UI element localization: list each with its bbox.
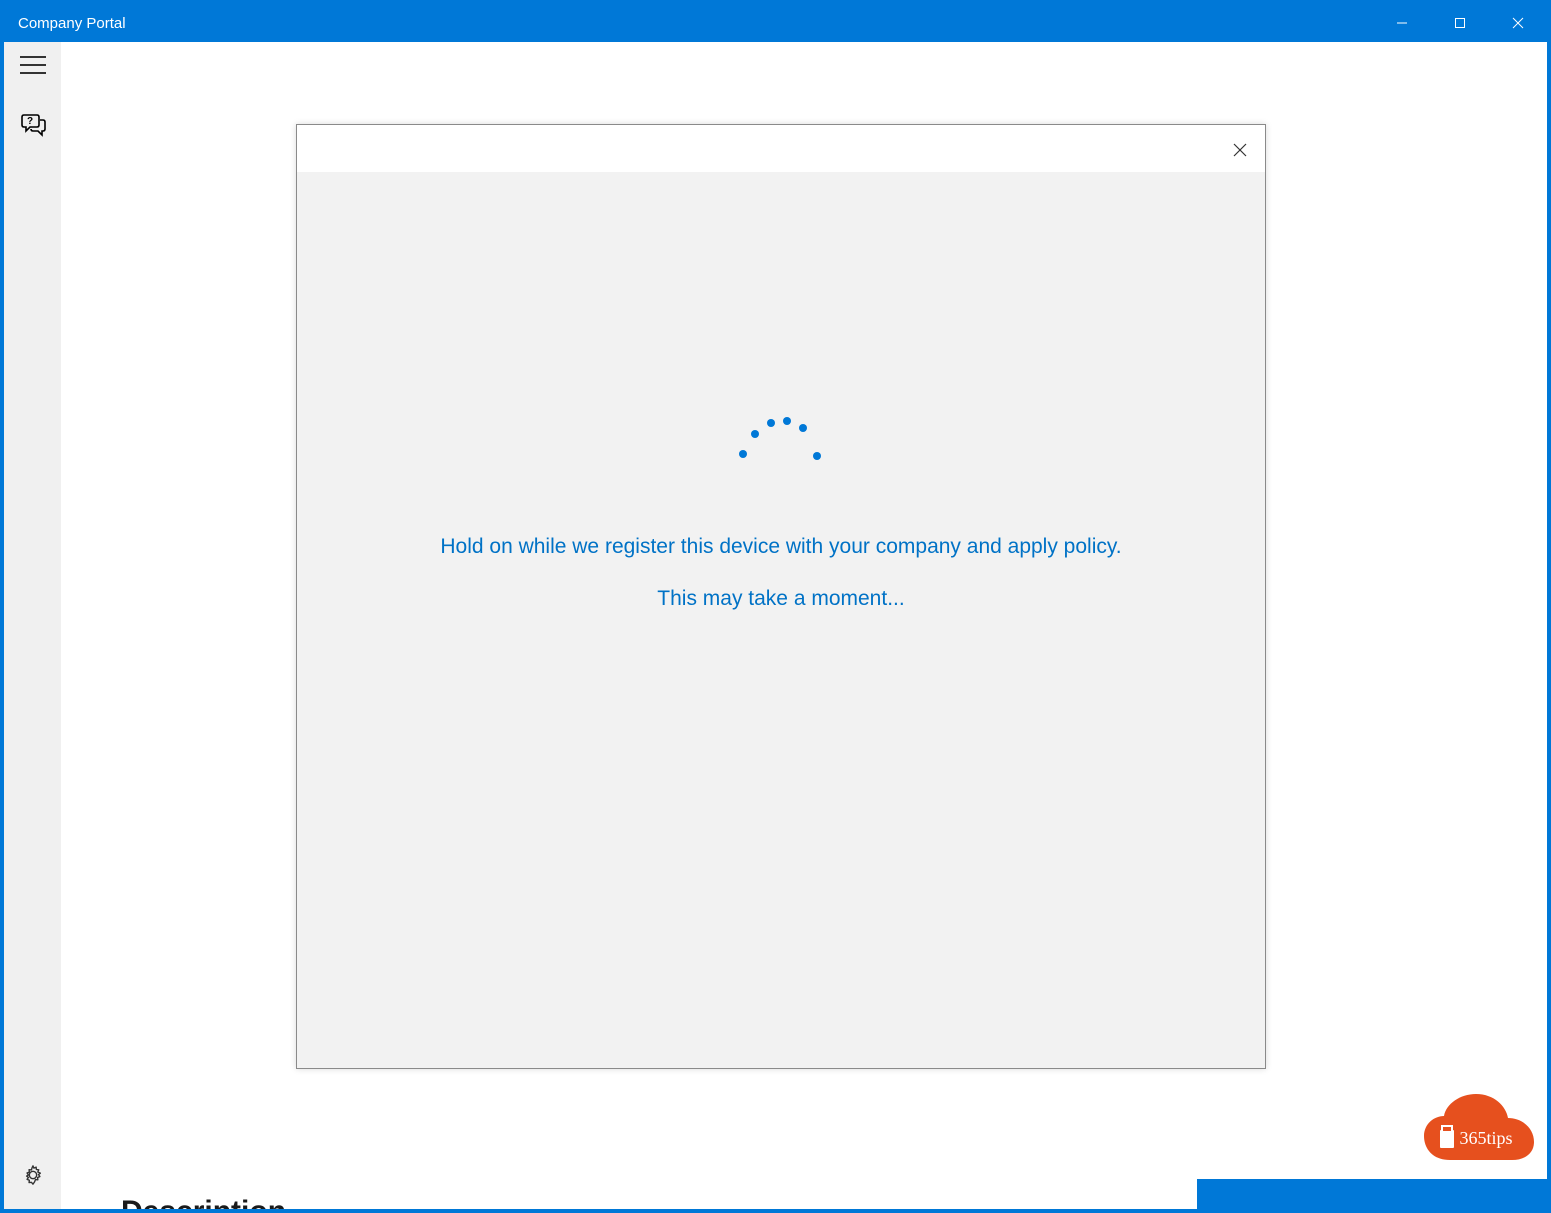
help-chat-icon: ? xyxy=(20,112,46,138)
background-heading: Description xyxy=(121,1195,286,1209)
close-icon xyxy=(1512,17,1524,29)
gear-icon xyxy=(22,1164,44,1186)
cloud-badge-icon: 365tips xyxy=(1422,1092,1537,1167)
sidebar-top: ? xyxy=(20,42,46,143)
dialog-close-button[interactable] xyxy=(1225,135,1255,165)
minimize-button[interactable] xyxy=(1373,4,1431,42)
svg-text:365tips: 365tips xyxy=(1459,1128,1512,1148)
titlebar-buttons xyxy=(1373,4,1547,42)
sidebar-bottom xyxy=(4,1164,61,1191)
maximize-button[interactable] xyxy=(1431,4,1489,42)
bottom-accent-bar xyxy=(1197,1179,1547,1209)
close-icon xyxy=(1232,142,1248,158)
help-support-button[interactable]: ? xyxy=(20,112,46,143)
dialog-message-line1: Hold on while we register this device wi… xyxy=(440,532,1121,561)
close-button[interactable] xyxy=(1489,4,1547,42)
window-frame: Company Portal xyxy=(0,0,1551,1213)
dialog-header xyxy=(297,125,1265,172)
registration-dialog: Hold on while we register this device wi… xyxy=(296,124,1266,1069)
dialog-body: Hold on while we register this device wi… xyxy=(297,172,1265,1068)
hamburger-line xyxy=(20,56,46,58)
window-title: Company Portal xyxy=(18,15,126,32)
svg-text:?: ? xyxy=(26,116,32,127)
sidebar: ? xyxy=(4,42,61,1209)
window-body: ? Description xyxy=(4,42,1547,1209)
dialog-message-line2: This may take a moment... xyxy=(657,587,904,611)
loading-spinner-icon xyxy=(731,412,831,472)
maximize-icon xyxy=(1454,17,1466,29)
hamburger-line xyxy=(20,64,46,66)
app-window: Company Portal xyxy=(4,4,1547,1209)
content-area: Description xyxy=(61,42,1547,1209)
hamburger-line xyxy=(20,72,46,74)
hamburger-menu-button[interactable] xyxy=(20,56,46,74)
watermark-badge: 365tips xyxy=(1422,1092,1537,1167)
settings-button[interactable] xyxy=(22,1164,44,1191)
minimize-icon xyxy=(1396,17,1408,29)
titlebar[interactable]: Company Portal xyxy=(4,4,1547,42)
